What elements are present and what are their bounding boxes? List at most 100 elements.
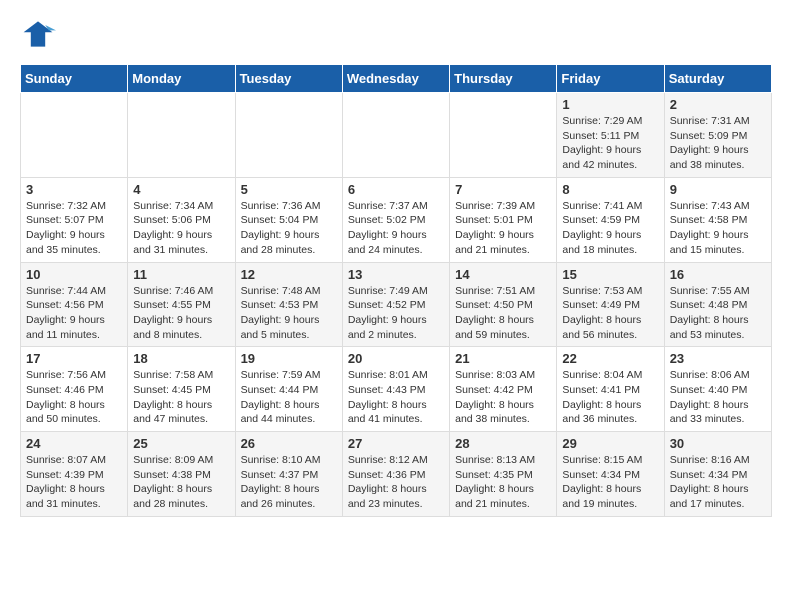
day-info: Sunrise: 8:13 AM Sunset: 4:35 PM Dayligh… (455, 453, 551, 512)
calendar-week-row: 10 Sunrise: 7:44 AM Sunset: 4:56 PM Dayli… (21, 262, 772, 347)
calendar-cell: 30 Sunrise: 8:16 AM Sunset: 4:34 PM Dayli… (664, 432, 771, 517)
day-info: Sunrise: 7:31 AM Sunset: 5:09 PM Dayligh… (670, 114, 766, 173)
day-number: 2 (670, 97, 766, 112)
day-info: Sunrise: 7:29 AM Sunset: 5:11 PM Dayligh… (562, 114, 658, 173)
calendar-cell: 12 Sunrise: 7:48 AM Sunset: 4:53 PM Dayli… (235, 262, 342, 347)
day-info: Sunrise: 7:32 AM Sunset: 5:07 PM Dayligh… (26, 199, 122, 258)
day-info: Sunrise: 7:49 AM Sunset: 4:52 PM Dayligh… (348, 284, 444, 343)
day-info: Sunrise: 7:36 AM Sunset: 5:04 PM Dayligh… (241, 199, 337, 258)
weekday-header: Sunday (21, 65, 128, 93)
calendar-cell: 19 Sunrise: 7:59 AM Sunset: 4:44 PM Dayli… (235, 347, 342, 432)
day-info: Sunrise: 8:15 AM Sunset: 4:34 PM Dayligh… (562, 453, 658, 512)
logo (20, 16, 60, 52)
day-info: Sunrise: 7:53 AM Sunset: 4:49 PM Dayligh… (562, 284, 658, 343)
day-number: 28 (455, 436, 551, 451)
day-number: 25 (133, 436, 229, 451)
calendar-cell: 1 Sunrise: 7:29 AM Sunset: 5:11 PM Daylig… (557, 93, 664, 178)
weekday-header: Wednesday (342, 65, 449, 93)
day-number: 20 (348, 351, 444, 366)
day-info: Sunrise: 7:37 AM Sunset: 5:02 PM Dayligh… (348, 199, 444, 258)
calendar-cell: 9 Sunrise: 7:43 AM Sunset: 4:58 PM Daylig… (664, 177, 771, 262)
day-number: 9 (670, 182, 766, 197)
day-number: 14 (455, 267, 551, 282)
day-info: Sunrise: 8:04 AM Sunset: 4:41 PM Dayligh… (562, 368, 658, 427)
day-info: Sunrise: 7:58 AM Sunset: 4:45 PM Dayligh… (133, 368, 229, 427)
day-number: 11 (133, 267, 229, 282)
calendar-cell: 7 Sunrise: 7:39 AM Sunset: 5:01 PM Daylig… (450, 177, 557, 262)
day-info: Sunrise: 8:07 AM Sunset: 4:39 PM Dayligh… (26, 453, 122, 512)
calendar-table: SundayMondayTuesdayWednesdayThursdayFrid… (20, 64, 772, 517)
day-info: Sunrise: 7:48 AM Sunset: 4:53 PM Dayligh… (241, 284, 337, 343)
calendar-cell: 15 Sunrise: 7:53 AM Sunset: 4:49 PM Dayli… (557, 262, 664, 347)
day-number: 3 (26, 182, 122, 197)
day-number: 1 (562, 97, 658, 112)
day-number: 18 (133, 351, 229, 366)
calendar-cell: 18 Sunrise: 7:58 AM Sunset: 4:45 PM Dayli… (128, 347, 235, 432)
calendar-cell: 6 Sunrise: 7:37 AM Sunset: 5:02 PM Daylig… (342, 177, 449, 262)
calendar-cell: 21 Sunrise: 8:03 AM Sunset: 4:42 PM Dayli… (450, 347, 557, 432)
day-number: 8 (562, 182, 658, 197)
calendar-cell: 26 Sunrise: 8:10 AM Sunset: 4:37 PM Dayli… (235, 432, 342, 517)
calendar-week-row: 1 Sunrise: 7:29 AM Sunset: 5:11 PM Daylig… (21, 93, 772, 178)
weekday-header: Friday (557, 65, 664, 93)
day-number: 23 (670, 351, 766, 366)
calendar-cell: 13 Sunrise: 7:49 AM Sunset: 4:52 PM Dayli… (342, 262, 449, 347)
day-number: 19 (241, 351, 337, 366)
day-info: Sunrise: 8:16 AM Sunset: 4:34 PM Dayligh… (670, 453, 766, 512)
day-info: Sunrise: 7:59 AM Sunset: 4:44 PM Dayligh… (241, 368, 337, 427)
day-number: 17 (26, 351, 122, 366)
calendar-cell: 16Sunrise: 7:55 AM Sunset: 4:48 PM Dayli… (664, 262, 771, 347)
day-info: Sunrise: 7:43 AM Sunset: 4:58 PM Dayligh… (670, 199, 766, 258)
calendar-cell (235, 93, 342, 178)
calendar-cell: 17 Sunrise: 7:56 AM Sunset: 4:46 PM Dayli… (21, 347, 128, 432)
calendar-week-row: 24 Sunrise: 8:07 AM Sunset: 4:39 PM Dayli… (21, 432, 772, 517)
page-container: SundayMondayTuesdayWednesdayThursdayFrid… (0, 0, 792, 533)
day-number: 27 (348, 436, 444, 451)
weekday-header: Tuesday (235, 65, 342, 93)
day-info: Sunrise: 8:06 AM Sunset: 4:40 PM Dayligh… (670, 368, 766, 427)
day-number: 24 (26, 436, 122, 451)
calendar-cell (128, 93, 235, 178)
day-number: 21 (455, 351, 551, 366)
day-info: Sunrise: 7:51 AM Sunset: 4:50 PM Dayligh… (455, 284, 551, 343)
calendar-cell: 27Sunrise: 8:12 AM Sunset: 4:36 PM Dayli… (342, 432, 449, 517)
calendar-cell: 24 Sunrise: 8:07 AM Sunset: 4:39 PM Dayli… (21, 432, 128, 517)
calendar-cell (450, 93, 557, 178)
calendar-header: SundayMondayTuesdayWednesdayThursdayFrid… (21, 65, 772, 93)
day-number: 13 (348, 267, 444, 282)
day-number: 26 (241, 436, 337, 451)
calendar-cell: 4Sunrise: 7:34 AM Sunset: 5:06 PM Daylig… (128, 177, 235, 262)
day-number: 12 (241, 267, 337, 282)
calendar-cell: 8Sunrise: 7:41 AM Sunset: 4:59 PM Daylig… (557, 177, 664, 262)
logo-icon (20, 16, 56, 52)
day-info: Sunrise: 8:01 AM Sunset: 4:43 PM Dayligh… (348, 368, 444, 427)
day-number: 7 (455, 182, 551, 197)
day-number: 29 (562, 436, 658, 451)
weekday-header: Thursday (450, 65, 557, 93)
calendar-cell: 29 Sunrise: 8:15 AM Sunset: 4:34 PM Dayli… (557, 432, 664, 517)
day-info: Sunrise: 8:10 AM Sunset: 4:37 PM Dayligh… (241, 453, 337, 512)
calendar-cell: 23 Sunrise: 8:06 AM Sunset: 4:40 PM Dayli… (664, 347, 771, 432)
day-info: Sunrise: 7:44 AM Sunset: 4:56 PM Dayligh… (26, 284, 122, 343)
weekday-header: Monday (128, 65, 235, 93)
calendar-cell: 3 Sunrise: 7:32 AM Sunset: 5:07 PM Daylig… (21, 177, 128, 262)
day-info: Sunrise: 7:55 AM Sunset: 4:48 PM Dayligh… (670, 284, 766, 343)
day-number: 30 (670, 436, 766, 451)
weekday-header: Saturday (664, 65, 771, 93)
day-number: 10 (26, 267, 122, 282)
day-info: Sunrise: 7:56 AM Sunset: 4:46 PM Dayligh… (26, 368, 122, 427)
day-number: 15 (562, 267, 658, 282)
calendar-cell: 11Sunrise: 7:46 AM Sunset: 4:55 PM Dayli… (128, 262, 235, 347)
calendar-week-row: 17 Sunrise: 7:56 AM Sunset: 4:46 PM Dayli… (21, 347, 772, 432)
calendar-cell: 2 Sunrise: 7:31 AM Sunset: 5:09 PM Daylig… (664, 93, 771, 178)
day-info: Sunrise: 7:39 AM Sunset: 5:01 PM Dayligh… (455, 199, 551, 258)
calendar-cell: 25Sunrise: 8:09 AM Sunset: 4:38 PM Dayli… (128, 432, 235, 517)
day-info: Sunrise: 8:03 AM Sunset: 4:42 PM Dayligh… (455, 368, 551, 427)
day-number: 5 (241, 182, 337, 197)
header (20, 16, 772, 52)
calendar-cell: 28 Sunrise: 8:13 AM Sunset: 4:35 PM Dayli… (450, 432, 557, 517)
day-number: 6 (348, 182, 444, 197)
calendar-cell: 20 Sunrise: 8:01 AM Sunset: 4:43 PM Dayli… (342, 347, 449, 432)
calendar-cell: 5 Sunrise: 7:36 AM Sunset: 5:04 PM Daylig… (235, 177, 342, 262)
calendar-cell (21, 93, 128, 178)
